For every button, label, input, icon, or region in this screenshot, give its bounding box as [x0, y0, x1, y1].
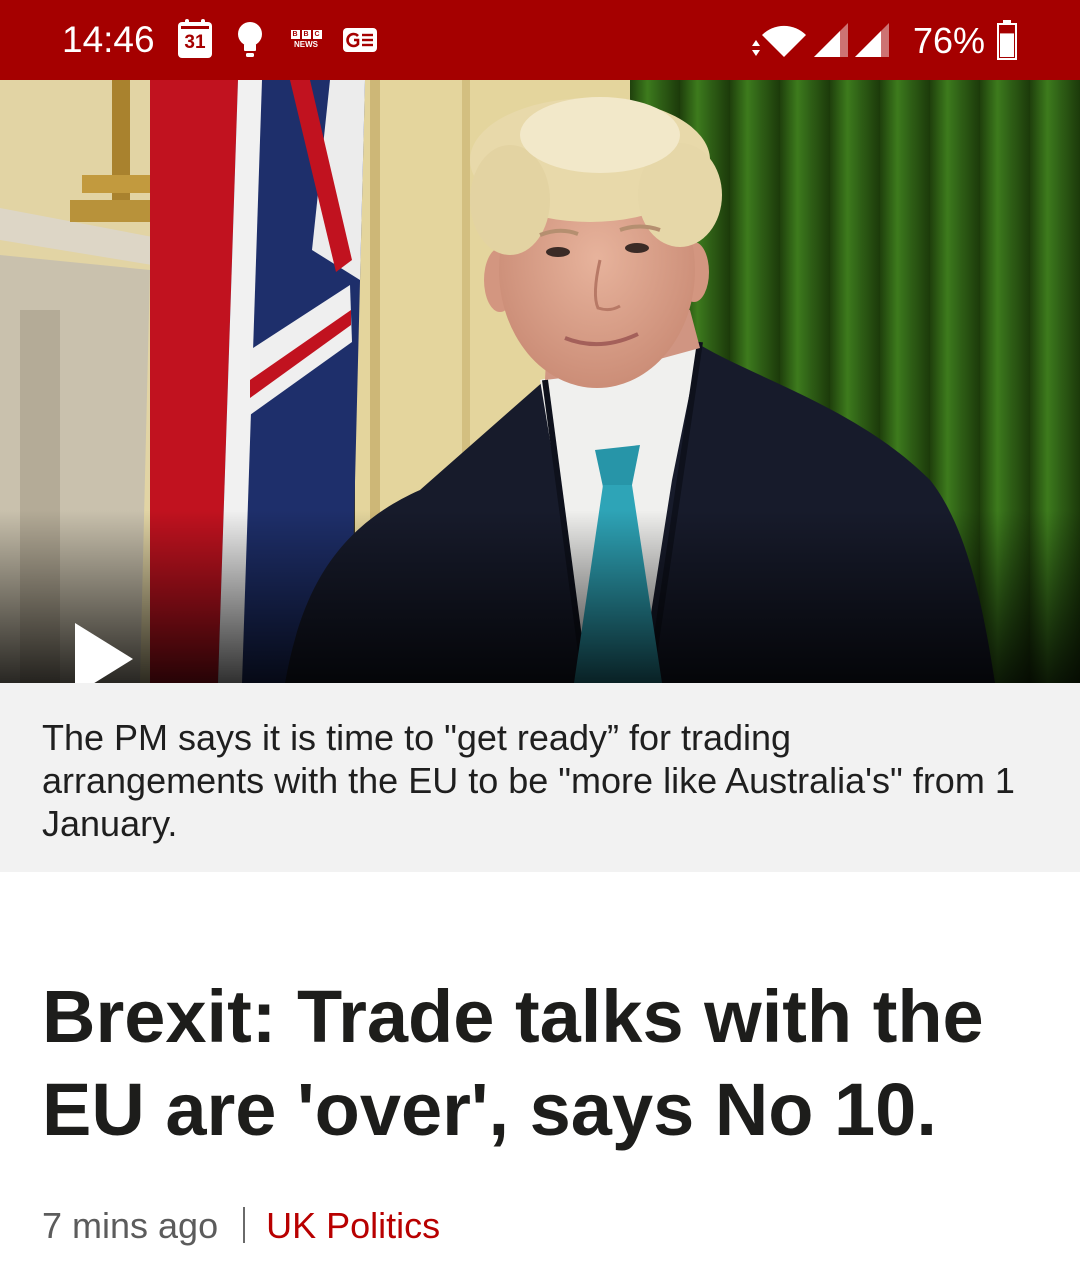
- eye-right: [625, 243, 649, 253]
- wifi-fan: [762, 25, 806, 57]
- eye-left: [546, 247, 570, 257]
- lightbulb-base: [246, 53, 254, 57]
- battery-percent: 76%: [913, 20, 986, 61]
- signal-fill: [855, 31, 881, 57]
- google-news-icon: [343, 28, 377, 52]
- lightbulb-icon: [238, 22, 262, 57]
- bbc-logo-letter: B: [290, 30, 300, 39]
- wifi-icon: [752, 25, 806, 57]
- bbc-news-label: NEWS: [294, 40, 318, 49]
- hair-highlight: [520, 97, 680, 173]
- play-icon: [75, 623, 133, 683]
- app-screen: 14:46 31 B B C NEWS 76% The PM says it i…: [0, 0, 1080, 1274]
- data-up-arrow-icon: [752, 40, 760, 46]
- lightbulb-glass: [238, 22, 262, 46]
- calendar-day: 31: [184, 32, 206, 53]
- battery-fill: [1000, 33, 1014, 57]
- video-caption: The PM says it is time to "get ready” fo…: [0, 683, 1080, 872]
- article-timestamp: 7 mins ago: [42, 1205, 219, 1246]
- video-player[interactable]: [0, 80, 1080, 683]
- status-bar: 14:46 31 B B C NEWS 76%: [0, 0, 1080, 80]
- video-thumbnail: [0, 80, 1080, 683]
- gold-ornament-arm: [82, 175, 160, 193]
- meta-divider: [243, 1207, 246, 1243]
- lightbulb-neck: [244, 44, 256, 51]
- gold-ornament-stem: [112, 80, 130, 215]
- hair: [470, 145, 550, 255]
- data-down-arrow-icon: [752, 50, 760, 56]
- play-button[interactable]: [70, 615, 140, 683]
- caption-text: The PM says it is time to "get ready” fo…: [42, 716, 1015, 845]
- signal-icon: [855, 23, 889, 57]
- bbc-logo-boxes: B B C: [289, 30, 323, 39]
- article-meta: 7 mins ago UK Politics: [42, 1204, 440, 1248]
- signal-icon: [814, 23, 848, 57]
- article-category-link[interactable]: UK Politics: [266, 1204, 440, 1248]
- play-triangle: [75, 623, 133, 683]
- bbc-logo-letter: B: [301, 30, 311, 39]
- article-headline: Brexit: Trade talks with the EU are 'ove…: [42, 975, 984, 1151]
- signal-fill: [814, 31, 840, 57]
- battery-icon: [997, 20, 1017, 60]
- caption-line: arrangements with the EU to be "more lik…: [42, 760, 1015, 801]
- calendar-icon: 31: [178, 19, 212, 58]
- status-time: 14:46: [62, 19, 155, 60]
- caption-line: January.: [42, 803, 178, 844]
- calendar-header: [181, 26, 209, 29]
- video-shade: [0, 510, 1080, 683]
- bbc-news-icon: B B C NEWS: [289, 30, 323, 52]
- bbc-logo-letter: C: [312, 30, 322, 39]
- caption-line: The PM says it is time to "get ready” fo…: [42, 717, 792, 758]
